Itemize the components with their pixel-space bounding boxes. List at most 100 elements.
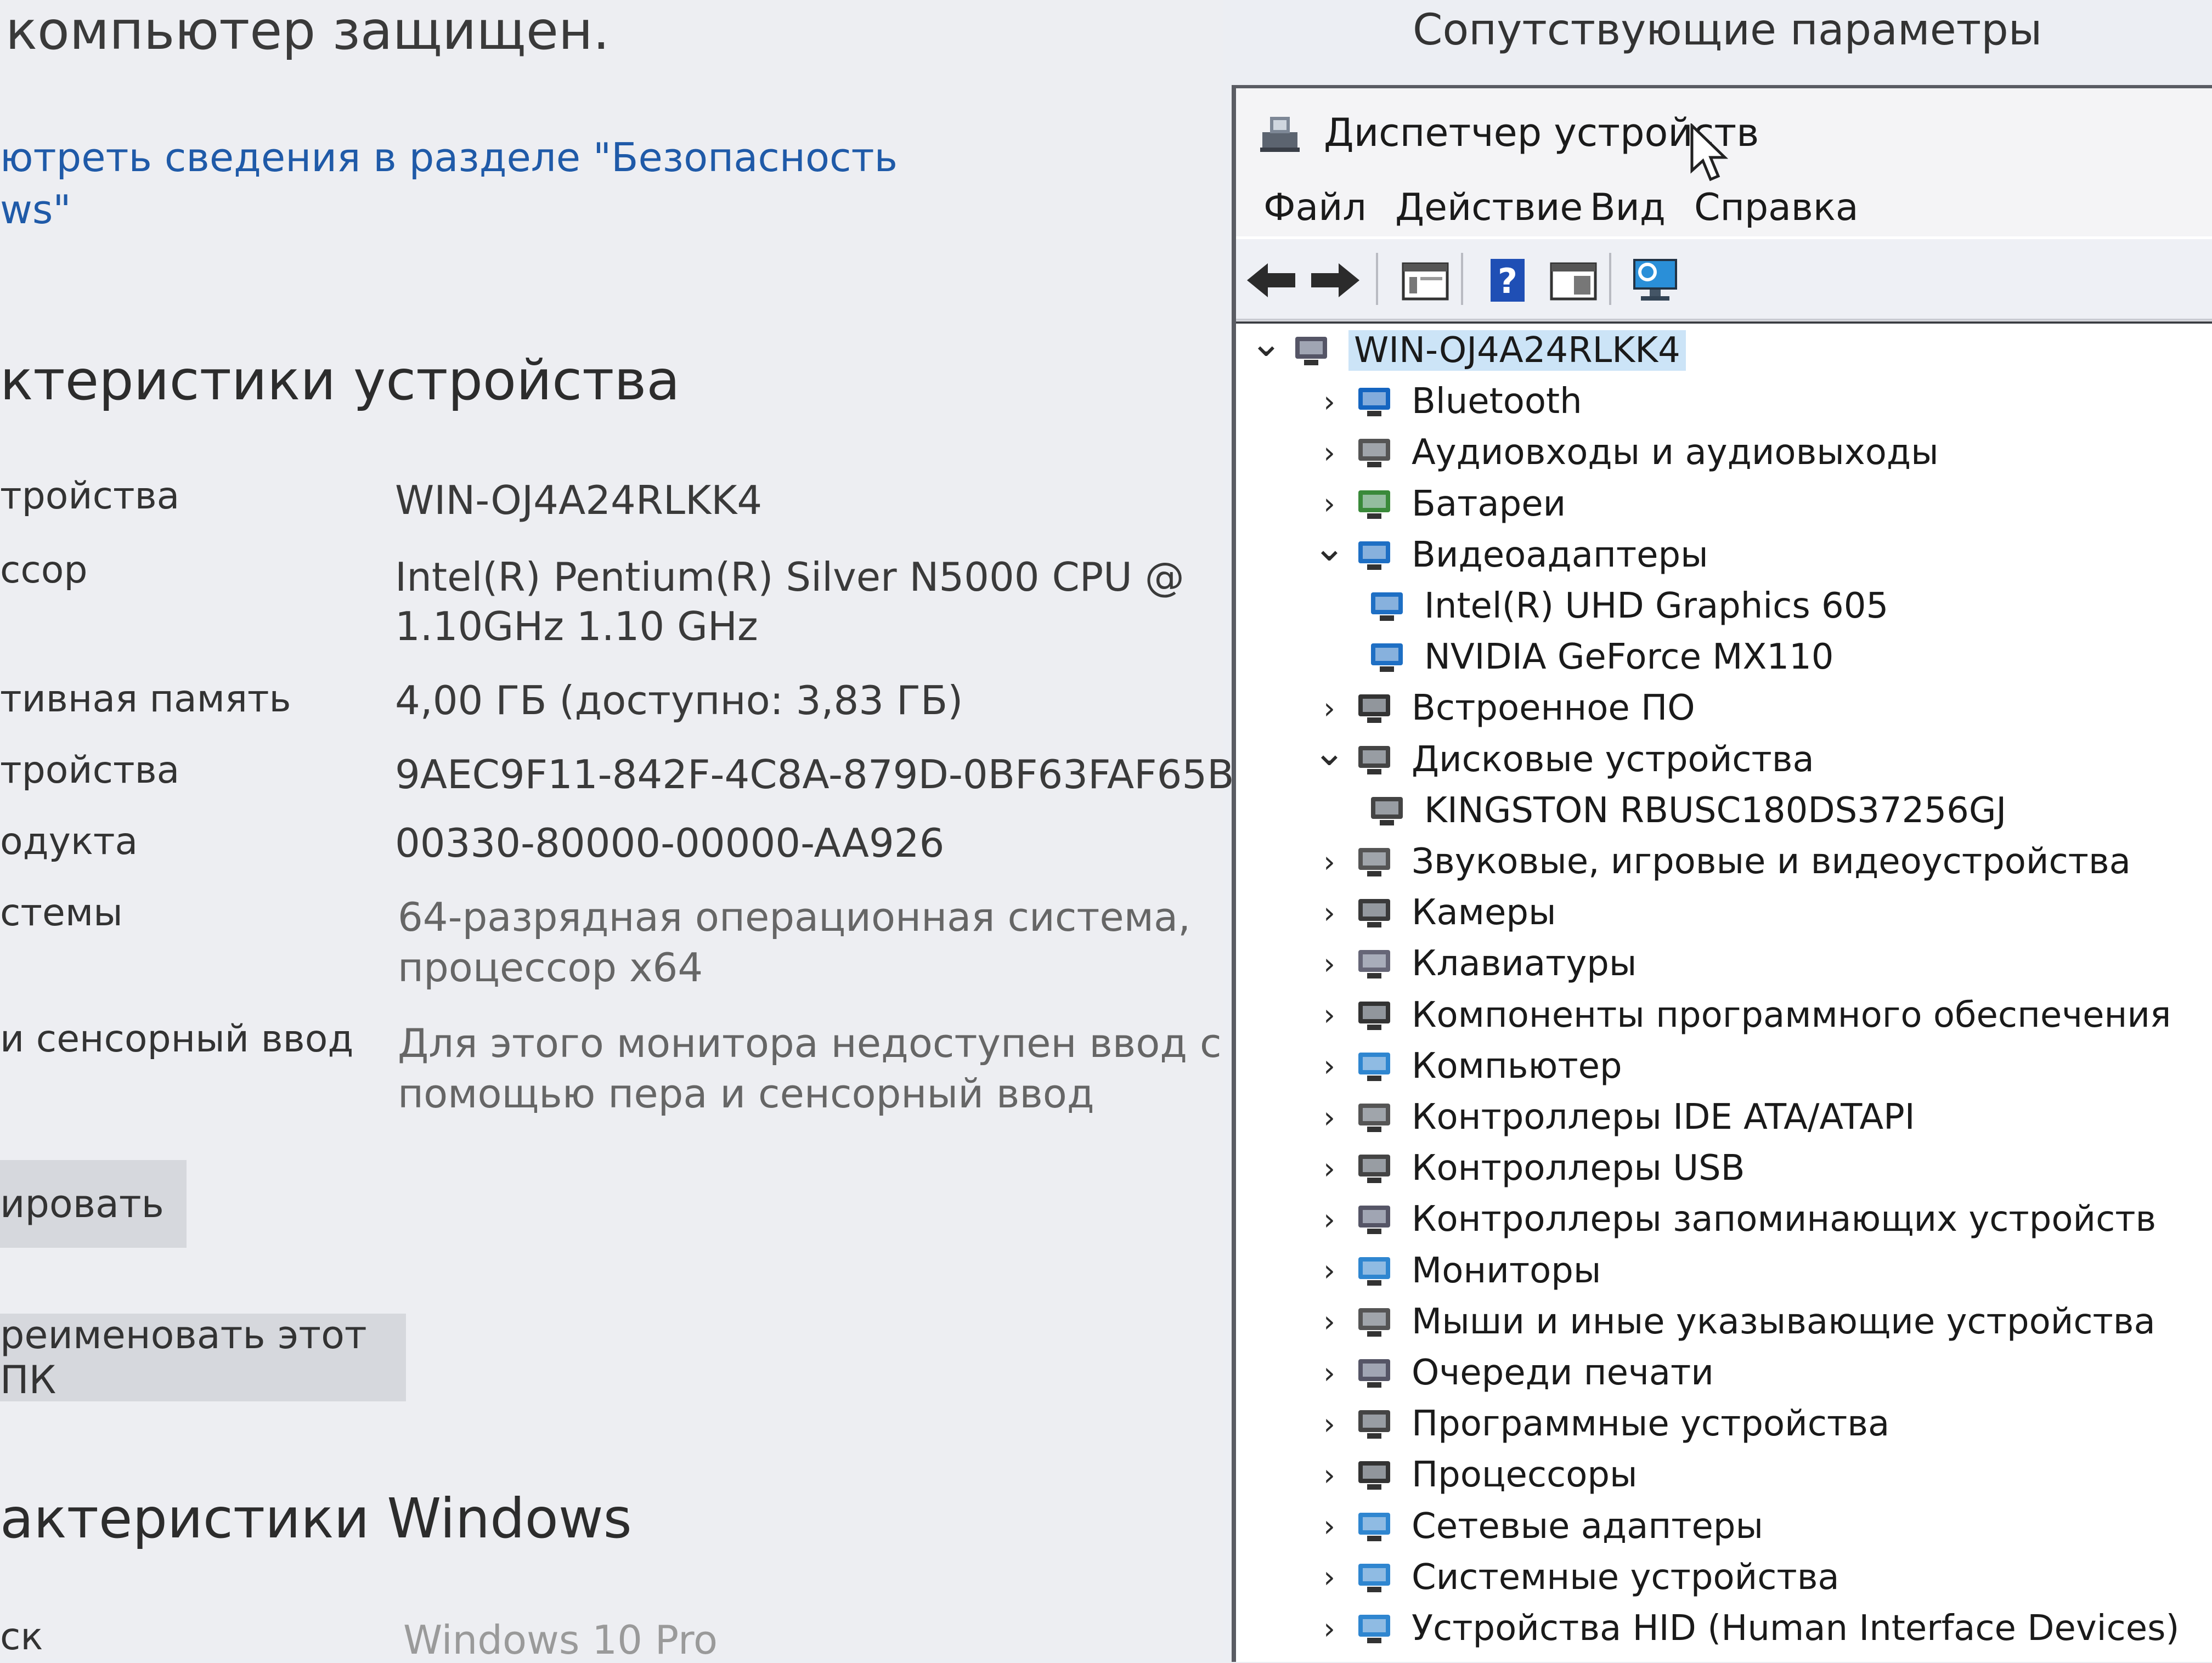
chevron-right-icon[interactable]: › <box>1313 1458 1346 1492</box>
tree-node[interactable]: ⌄ Видеоадаптеры <box>1313 525 1708 579</box>
keyboard-icon <box>1352 942 1396 986</box>
chevron-right-icon[interactable]: › <box>1313 691 1346 726</box>
spec-value-pen-touch: Для этого монитора недоступен ввод с <box>398 1020 1222 1066</box>
mouse-cursor-icon <box>1690 123 1728 182</box>
spec-value-ram: 4,00 ГБ (доступно: 3,83 ГБ) <box>395 677 963 723</box>
chevron-right-icon[interactable]: › <box>1313 1151 1346 1186</box>
forward-arrow-icon[interactable] <box>1310 256 1359 305</box>
tree-node[interactable]: NVIDIA GeForce MX110 <box>1365 633 1834 681</box>
toolbar-separator <box>1609 253 1611 305</box>
tree-node-label: Контроллеры USB <box>1412 1148 1745 1189</box>
spec-value-device-name: WIN-OJ4A24RLKK4 <box>395 477 763 523</box>
tree-node[interactable]: › Камеры <box>1313 889 1556 937</box>
tree-node[interactable]: › Контроллеры IDE ATA/ATAPI <box>1313 1093 1915 1141</box>
spec-value-processor: Intel(R) Pentium(R) Silver N5000 CPU @ <box>395 554 1184 600</box>
help-icon[interactable]: ? <box>1483 256 1532 305</box>
tree-node[interactable]: › Bluetooth <box>1313 377 1582 426</box>
tree-node-label: Bluetooth <box>1412 381 1582 422</box>
tree-node-label: Видеоадаптеры <box>1412 534 1708 575</box>
disk-drive-icon <box>1352 738 1396 782</box>
tree-node-label: Устройства HID (Human Interface Devices) <box>1412 1608 2180 1649</box>
chevron-right-icon[interactable]: › <box>1313 384 1346 419</box>
printer-icon <box>1352 1351 1396 1395</box>
chevron-right-icon[interactable]: › <box>1313 1509 1346 1543</box>
security-link[interactable]: ютреть сведения в разделе "Безопасность <box>0 134 898 180</box>
speaker-icon <box>1352 840 1396 884</box>
chevron-down-icon[interactable]: ⌄ <box>1313 525 1346 570</box>
chevron-right-icon[interactable]: › <box>1313 947 1346 981</box>
chevron-right-icon[interactable]: › <box>1313 1304 1346 1339</box>
tree-node[interactable]: › Клавиатуры <box>1313 940 1637 988</box>
chevron-right-icon[interactable]: › <box>1313 487 1346 521</box>
tree-node-label: Процессоры <box>1412 1455 1638 1496</box>
menu-help[interactable]: Справка <box>1694 186 1859 229</box>
tree-node-label: Мониторы <box>1412 1250 1601 1291</box>
menu-file[interactable]: Файл <box>1263 186 1367 229</box>
device-manager-app-icon <box>1258 110 1302 156</box>
system-devices-icon <box>1352 1555 1396 1599</box>
tree-node[interactable]: ⌄ Дисковые устройства <box>1313 729 1814 784</box>
rename-pc-button[interactable]: реименовать этот ПК <box>0 1313 406 1402</box>
menu-view[interactable]: Вид <box>1590 186 1666 229</box>
device-manager-window: Диспетчер устройств Файл Действие Вид Сп… <box>1232 85 2212 1662</box>
chevron-down-icon[interactable]: ⌄ <box>1313 729 1346 774</box>
tree-node[interactable]: ⌄ WIN-OJ4A24RLKK4 <box>1250 324 1686 375</box>
chevron-right-icon[interactable]: › <box>1313 1356 1346 1390</box>
tree-node-label: KINGSTON RBUSC180DS37256GJ <box>1424 790 2007 831</box>
processor-icon <box>1352 1453 1396 1497</box>
chevron-right-icon[interactable]: › <box>1313 1049 1346 1083</box>
tree-node[interactable]: KINGSTON RBUSC180DS37256GJ <box>1365 787 2006 835</box>
spec-value-product-id: 00330-80000-00000-AA926 <box>395 820 945 866</box>
tree-node[interactable]: › Компоненты программного обеспечения <box>1313 991 2171 1039</box>
copy-button-label: ировать <box>0 1181 164 1226</box>
tree-node[interactable]: › Очереди печати <box>1313 1349 1714 1397</box>
security-link-cont[interactable]: ws" <box>0 186 71 233</box>
copy-button[interactable]: ировать <box>0 1160 187 1248</box>
display-adapter-icon <box>1365 635 1409 679</box>
chevron-right-icon[interactable]: › <box>1313 1407 1346 1441</box>
tree-node[interactable]: Intel(R) UHD Graphics 605 <box>1365 582 1888 630</box>
spec-label-pen-touch: и сенсорный ввод <box>0 1017 354 1061</box>
chevron-right-icon[interactable]: › <box>1313 435 1346 470</box>
chevron-right-icon[interactable]: › <box>1313 1611 1346 1646</box>
tree-node[interactable]: › Контроллеры USB <box>1313 1144 1745 1192</box>
chevron-down-icon[interactable]: ⌄ <box>1250 324 1283 365</box>
chevron-right-icon[interactable]: › <box>1313 896 1346 930</box>
tree-node[interactable]: › Программные устройства <box>1313 1400 1889 1448</box>
chevron-right-icon[interactable]: › <box>1313 1253 1346 1288</box>
back-arrow-icon[interactable] <box>1247 256 1296 305</box>
chevron-right-icon[interactable]: › <box>1313 1202 1346 1237</box>
tree-node-label: Дисковые устройства <box>1412 739 1814 780</box>
toolbar: ? <box>1236 239 2212 321</box>
tree-node[interactable]: › Мониторы <box>1313 1247 1601 1295</box>
tree-node[interactable]: › Компьютер <box>1313 1042 1622 1090</box>
tree-node[interactable]: › Сетевые адаптеры <box>1313 1502 1763 1551</box>
chevron-right-icon[interactable]: › <box>1313 1560 1346 1594</box>
tree-node[interactable]: › Звуковые, игровые и видеоустройства <box>1313 838 2131 886</box>
update-driver-icon[interactable] <box>1549 256 1598 305</box>
tree-node[interactable]: › Батареи <box>1313 480 1566 528</box>
menu-action[interactable]: Действие <box>1395 186 1583 229</box>
tree-node-label: Очереди печати <box>1412 1353 1714 1393</box>
properties-window-icon[interactable] <box>1401 256 1450 305</box>
software-device-icon <box>1352 1402 1396 1446</box>
tree-node[interactable]: › Контроллеры запоминающих устройств <box>1313 1195 2156 1243</box>
chevron-right-icon[interactable]: › <box>1313 845 1346 879</box>
tree-node[interactable]: › Аудиовходы и аудиовыходы <box>1313 428 1938 477</box>
chevron-right-icon[interactable]: › <box>1313 1100 1346 1135</box>
display-adapter-icon <box>1365 584 1409 628</box>
tree-node[interactable]: › Процессоры <box>1313 1451 1638 1499</box>
bluetooth-icon <box>1352 380 1396 423</box>
tree-node[interactable]: › Системные устройства <box>1313 1553 1839 1602</box>
tree-node[interactable]: › Встроенное ПО <box>1313 684 1695 732</box>
chevron-right-icon[interactable]: › <box>1313 998 1346 1032</box>
hid-icon <box>1352 1607 1396 1650</box>
storage-controller-icon <box>1352 1197 1396 1241</box>
network-adapter-icon <box>1352 1504 1396 1548</box>
rename-pc-button-label: реименовать этот ПК <box>0 1313 367 1402</box>
firmware-chip-icon <box>1352 686 1396 730</box>
tree-node[interactable]: › Мыши и иные указывающие устройства <box>1313 1298 2155 1346</box>
scan-hardware-icon[interactable] <box>1631 256 1680 305</box>
security-status-title: компьютер защищен. <box>5 0 610 61</box>
tree-node[interactable]: › Устройства HID (Human Interface Devices… <box>1313 1604 2179 1653</box>
